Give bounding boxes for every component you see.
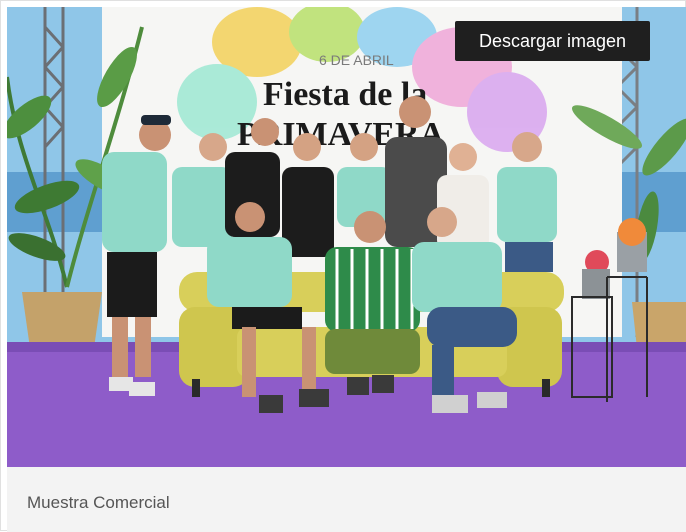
download-image-button[interactable]: Descargar imagen <box>455 21 650 61</box>
event-photo: 6 DE ABRIL Fiesta de la PRIMAVERA Descar… <box>7 7 686 467</box>
image-card: 6 DE ABRIL Fiesta de la PRIMAVERA Descar… <box>0 0 686 532</box>
caption-bar: Muestra Comercial <box>7 467 686 532</box>
event-photo-illustration: 6 DE ABRIL Fiesta de la PRIMAVERA <box>7 7 686 467</box>
banner-date: 6 DE ABRIL <box>319 52 394 68</box>
image-caption: Muestra Comercial <box>27 493 170 512</box>
